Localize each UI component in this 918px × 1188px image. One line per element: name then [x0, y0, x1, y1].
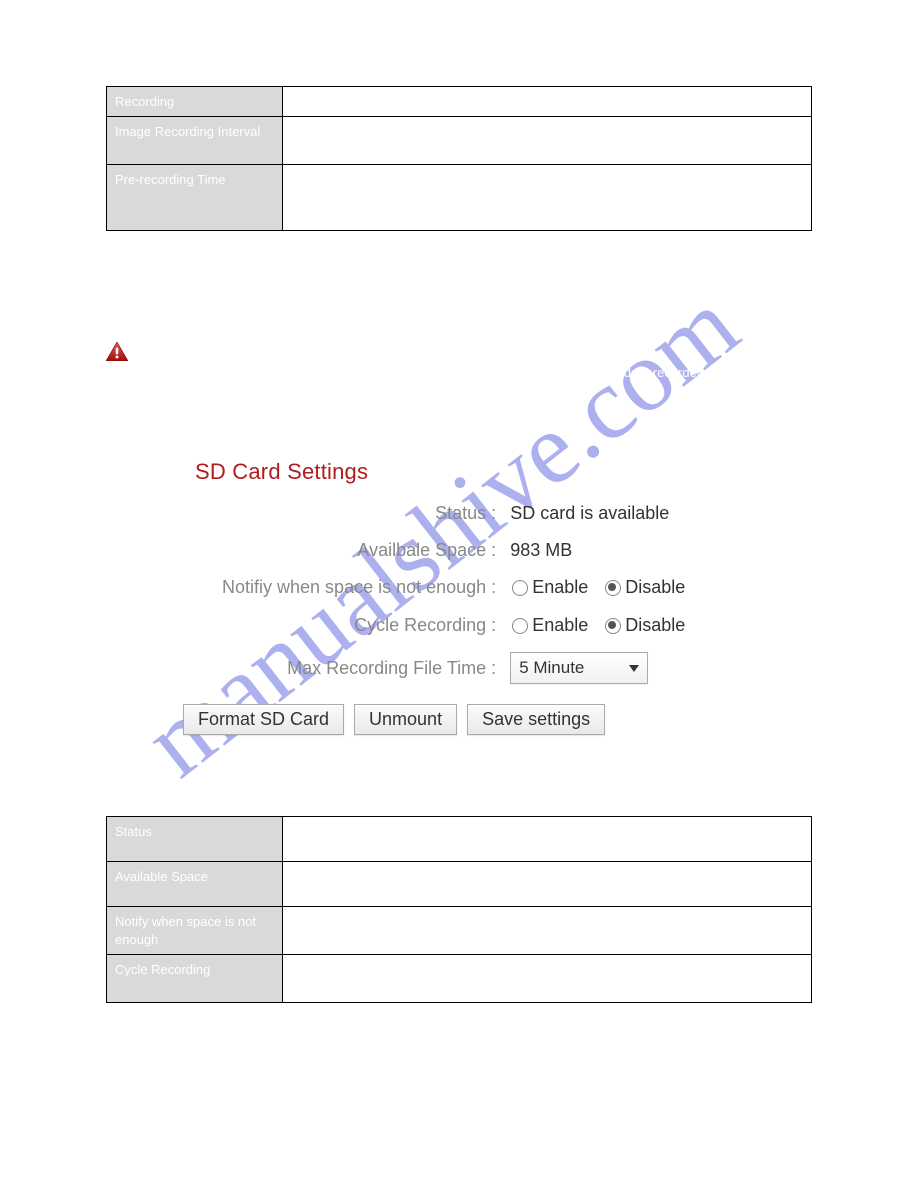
table-row: Notify when space is not enough Select t… — [107, 907, 812, 955]
table-row: Status Indicates the current status of t… — [107, 817, 812, 862]
caution-label: Caution — [138, 342, 186, 357]
format-sd-card-button[interactable]: Format SD Card — [183, 704, 344, 735]
status-label: Status : — [149, 503, 510, 524]
cell-value: Select the type of image to save. Availa… — [283, 86, 812, 117]
save-settings-button[interactable]: Save settings — [467, 704, 605, 735]
cell-label: Pre-recording Time — [107, 165, 283, 231]
notify-label: Notifiy when space is not enough : — [149, 577, 510, 598]
section-title: SD Card Settings — [106, 253, 812, 269]
table-row: Pre-recording Time Select the time in se… — [107, 165, 812, 231]
cycle-disable-radio[interactable] — [605, 618, 621, 634]
section-para: On this page you can configure the setti… — [106, 279, 812, 296]
notify-disable-radio[interactable] — [605, 580, 621, 596]
cell-label: Status — [107, 817, 283, 862]
select-value: 5 Minute — [519, 658, 584, 678]
table-row: Recording Select the type of image to sa… — [107, 86, 812, 117]
page-ref: 43 — [106, 65, 120, 80]
notify-enable-radio[interactable] — [512, 580, 528, 596]
cell-value: Select the interval in seconds for savin… — [283, 117, 812, 165]
available-space-label: Availbale Space : — [149, 540, 510, 561]
available-space-value: 983 MB — [510, 540, 769, 561]
notify-enable-label: Enable — [532, 577, 588, 597]
cycle-enable-radio[interactable] — [512, 618, 528, 634]
cell-label: Cycle Recording — [107, 955, 283, 1003]
top-param-table: Recording Select the type of image to sa… — [106, 86, 812, 231]
cell-value: Select the time in seconds to record bef… — [283, 165, 812, 231]
cell-label: Notify when space is not enough — [107, 907, 283, 955]
cell-label: Available Space — [107, 862, 283, 907]
max-recording-time-row: Max Recording File Time : 5 Minute — [149, 652, 769, 684]
cycle-enable-label: Enable — [532, 615, 588, 635]
cell-value: Select to enable or disable cycle record… — [283, 955, 812, 1003]
cell-value: Displays the available space on the SD c… — [283, 862, 812, 907]
cell-value: Select to enable or disable sending a no… — [283, 907, 812, 955]
bottom-param-table: Status Indicates the current status of t… — [106, 816, 812, 1003]
available-space-row: Availbale Space : 983 MB — [149, 540, 769, 561]
unmount-button[interactable]: Unmount — [354, 704, 457, 735]
caution-icon — [106, 342, 128, 361]
chevron-down-icon — [629, 665, 639, 672]
intro-line: 43). — [106, 65, 812, 82]
status-value: SD card is available — [510, 503, 769, 524]
card-title: SD Card Settings — [195, 459, 769, 485]
breadcrumb: Home > SD Card Settings — [106, 44, 812, 61]
max-recording-time-select[interactable]: 5 Minute — [510, 652, 648, 684]
table-row: Cycle Recording Select to enable or disa… — [107, 955, 812, 1003]
notify-disable-label: Disable — [625, 577, 685, 597]
cell-value: Indicates the current status of the SD c… — [283, 817, 812, 862]
status-row: Status : SD card is available — [149, 503, 769, 524]
max-recording-time-label: Max Recording File Time : — [149, 658, 510, 679]
figure-label: Figure 4-19 — [106, 771, 812, 786]
caution-text: Perform the unmount operation or turn of… — [106, 365, 812, 399]
cell-label: Recording — [107, 86, 283, 117]
cycle-recording-label: Cycle Recording : — [149, 615, 510, 636]
sd-card-settings-card: SD Card Settings Status : SD card is ava… — [129, 427, 789, 758]
cycle-disable-label: Disable — [625, 615, 685, 635]
table-row: Available Space Displays the available s… — [107, 862, 812, 907]
notify-row: Notifiy when space is not enough : Enabl… — [149, 577, 769, 599]
intro-tail: ). — [120, 65, 128, 80]
cell-label: Image Recording Interval — [107, 117, 283, 165]
cycle-recording-row: Cycle Recording : Enable Disable — [149, 614, 769, 636]
table-row: Image Recording Interval Select the inte… — [107, 117, 812, 165]
